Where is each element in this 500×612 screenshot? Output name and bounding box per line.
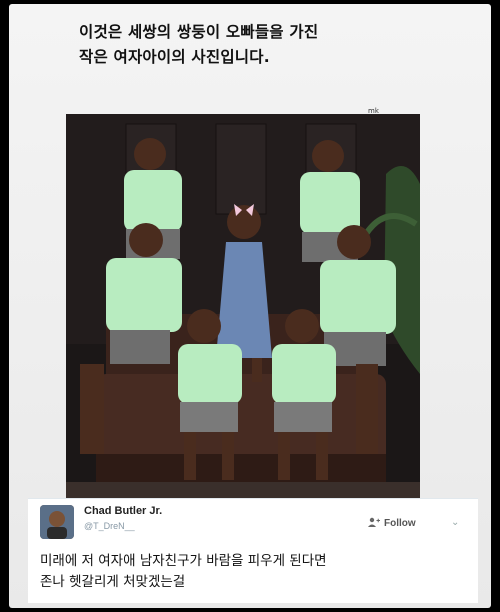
tweet-text-line-2: 존나 헷갈리게 처맞겠는걸	[40, 574, 186, 590]
tweet-text: 미래에 저 여자애 남자친구가 바람을 피우게 된다면 존나 헷갈리게 처맞겠는…	[40, 551, 470, 593]
photo-illustration	[66, 114, 420, 498]
avatar[interactable]	[40, 505, 74, 539]
family-photo	[66, 114, 420, 498]
tweet-card: Chad Butler Jr. @T_DreN__ Follow ⌄ 미래에 저…	[28, 498, 478, 603]
tweet-author-name[interactable]: Chad Butler Jr.	[84, 505, 162, 517]
caption-line-2: 작은 여자아이의 사진입니다.	[79, 48, 270, 66]
add-person-icon	[368, 517, 380, 530]
follow-button[interactable]: Follow	[368, 517, 416, 530]
avatar-image	[40, 505, 74, 539]
post-caption: 이것은 세쌍의 쌍둥이 오빠들을 가진 작은 여자아이의 사진입니다.	[79, 20, 439, 70]
chevron-down-icon[interactable]: ⌄	[451, 517, 459, 528]
caption-line-1: 이것은 세쌍의 쌍둥이 오빠들을 가진	[79, 23, 319, 41]
tweet-author-handle[interactable]: @T_DreN__	[84, 521, 135, 531]
tweet-text-line-1: 미래에 저 여자애 남자친구가 바람을 피우게 된다면	[40, 553, 327, 569]
follow-label: Follow	[384, 518, 416, 529]
